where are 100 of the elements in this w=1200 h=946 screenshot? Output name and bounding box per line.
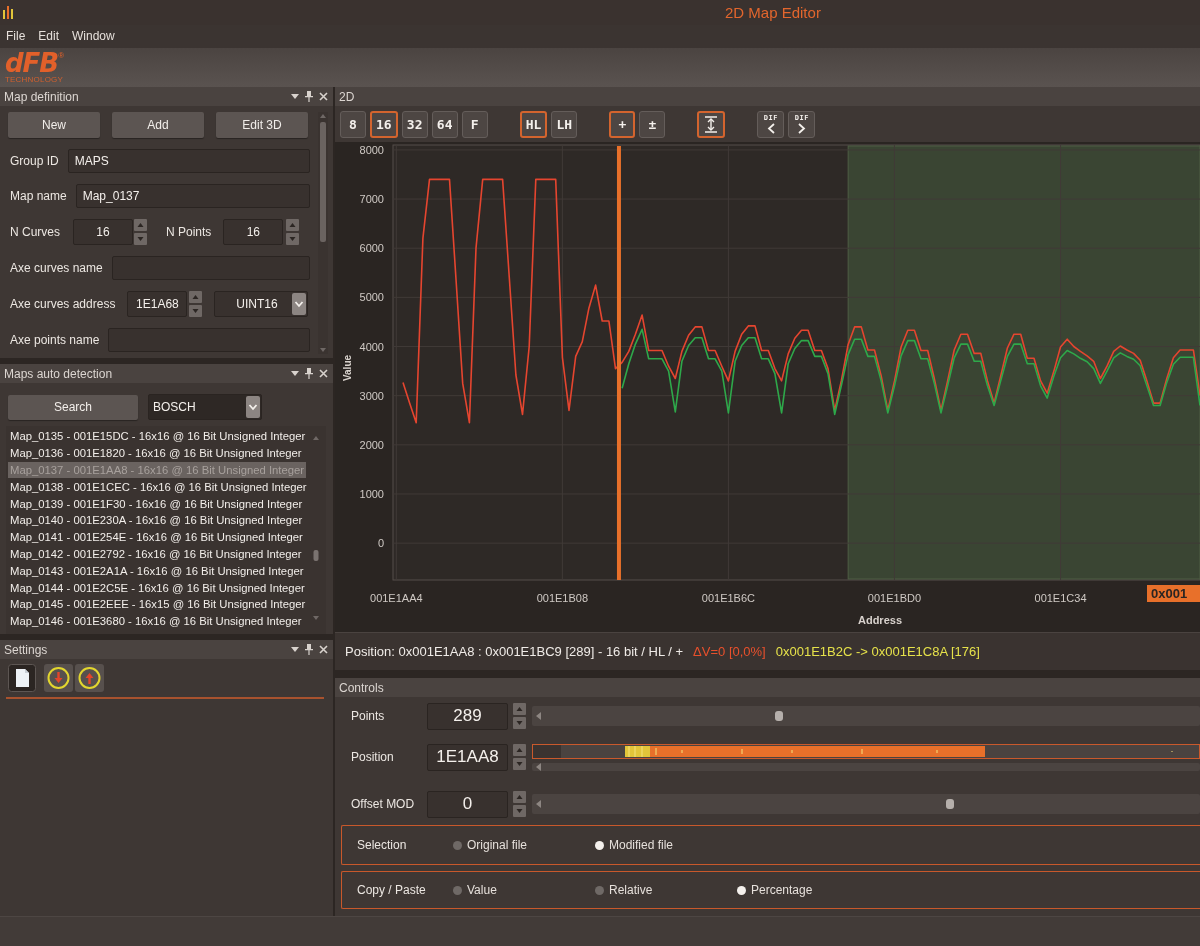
type-dropdown[interactable]: UINT16 [214,291,309,317]
radio-option[interactable]: Modified file [595,838,737,852]
radio-icon[interactable] [453,840,462,850]
download-icon[interactable] [44,664,73,692]
number-field[interactable]: 0 [427,790,508,818]
map-list-item[interactable]: Map_0136 - 001E1820 - 16x16 @ 16 Bit Unsigned Integer [8,444,306,462]
delta-readout: ΔV=0 [0,0%] [693,644,766,659]
caret-down-icon[interactable] [291,371,299,376]
map-list-item[interactable]: Map_0144 - 001E2C5E - 16x16 @ 16 Bit Unsigned Integer [8,579,306,596]
toolbar-button[interactable]: + [609,110,636,138]
toolbar-button[interactable]: F [461,110,488,138]
map-list-item[interactable]: Map_0140 - 001E230A - 16x16 @ 16 Bit Unsigned Integer [8,512,306,529]
map-list-item[interactable]: Map_0139 - 001E1F30 - 16x16 @ 16 Bit Unsigned Integer [8,495,306,512]
map-list-item[interactable]: Map_0141 - 001E254E - 16x16 @ 16 Bit Unsigned Integer [8,528,306,546]
menu-item[interactable]: File [6,29,26,44]
toolbar-button[interactable]: 8 [340,110,366,138]
search-button[interactable]: Search [8,394,138,420]
manufacturer-dropdown[interactable]: BOSCH [148,394,262,420]
close-icon[interactable] [319,369,328,378]
logo-tagline: TECHNOLOGY [5,75,63,84]
axis-tick-label: 4000 [359,340,384,353]
field-label: Axe curves name [9,261,103,275]
pin-icon[interactable] [305,644,313,655]
axis-tick-label: 3000 [359,389,384,402]
axis-tick-label: 7000 [359,193,384,206]
group-label: Selection [357,838,408,852]
toolbar-button[interactable]: HL [519,110,548,138]
radio-option[interactable]: Original file [453,838,595,852]
radio-icon[interactable] [595,840,604,850]
panel-button[interactable]: Add [112,112,204,138]
number-field[interactable]: 16 [223,219,284,245]
radio-option[interactable]: Value [453,883,595,897]
upload-icon[interactable] [75,664,104,692]
chevron-down-icon[interactable] [292,293,307,315]
radio-option[interactable]: Relative [595,883,737,897]
map-list-item[interactable]: Map_0138 - 001E1CEC - 16x16 @ 16 Bit Unsigned Integer [8,478,306,496]
control-label: Offset MOD [351,797,416,811]
menu-item[interactable]: Edit [38,29,60,44]
chevron-left-icon [766,122,775,134]
document-icon[interactable] [8,664,36,692]
text-field[interactable]: Map_0137 [75,184,310,208]
slider-track[interactable] [532,794,1200,814]
caret-down-icon[interactable] [291,647,299,652]
menu-item[interactable]: Window [72,29,115,44]
toolbar-button[interactable]: 32 [401,110,428,138]
radio-option[interactable]: Percentage [737,883,879,897]
axis-tick-label: 8000 [359,143,384,156]
axis-tick-label: 6000 [359,242,384,255]
left-triangle-icon[interactable] [536,712,541,720]
axis-title: Address [858,614,902,626]
axis-title: Value [342,354,353,382]
pin-icon[interactable] [305,368,313,379]
toolbar-button[interactable]: ± [639,110,666,138]
number-field[interactable]: 1E1AA8 [427,743,508,771]
toolbar-button[interactable]: 64 [431,110,458,138]
map-list-item[interactable]: Map_0146 - 001E3680 - 16x16 @ 16 Bit Unsigned Integer [8,612,306,630]
left-triangle-icon[interactable] [536,800,541,808]
slider-track[interactable] [532,706,1200,726]
axis-tick-label: 2000 [359,438,384,451]
slider-thumb[interactable] [775,711,784,721]
toolbar-button[interactable]: LH [551,110,578,138]
close-icon[interactable] [319,645,328,654]
fit-height-button[interactable] [697,110,726,138]
axis-tick-label: 0 [377,537,384,550]
toolbar-button[interactable]: 16 [370,110,398,138]
map-list-item[interactable]: Map_0145 - 001E2EEE - 16x15 @ 16 Bit Unsigned Integer [8,595,306,613]
text-field[interactable]: MAPS [67,149,310,173]
radio-icon[interactable] [453,885,462,895]
panel-button[interactable]: New [8,112,100,138]
pin-icon[interactable] [305,91,313,102]
vertical-scrollbar[interactable] [318,112,328,354]
field-label: Map name [9,189,67,203]
scroll-track[interactable] [532,762,1200,771]
pane-title: 2D [339,89,356,104]
slider-thumb[interactable] [945,799,954,809]
left-triangle-icon[interactable] [536,762,541,771]
pane-title: Controls [339,680,385,695]
close-icon[interactable] [319,92,328,101]
window-title: 2D Map Editor [725,3,821,22]
pane-title: Settings [4,642,49,657]
range-readout: 0x001E1B2C -> 0x001E1C8A [176] [775,644,980,659]
map-list-item[interactable]: Map_0135 - 001E15DC - 16x16 @ 16 Bit Unsigned Integer [8,428,306,445]
pane-title: Map definition [4,89,80,104]
field-label: Axe points name [9,333,100,347]
map-list-item[interactable]: Map_0142 - 001E2792 - 16x16 @ 16 Bit Unsigned Integer [8,545,306,563]
number-field[interactable]: 289 [427,702,508,730]
axis-tick-label: 001E1BD0 [867,592,922,604]
field-label: Axe curves address [9,297,116,311]
number-field[interactable]: 16 [73,219,133,245]
cursor-label: 0x001 [1147,585,1200,602]
radio-icon[interactable] [737,885,746,895]
vertical-fit-icon [704,115,719,133]
radio-icon[interactable] [595,885,604,895]
map-list-item[interactable]: Map_0143 - 001E2A1A - 16x16 @ 16 Bit Unsigned Integer [8,562,306,580]
panel-button[interactable]: Edit 3D [216,112,308,138]
axis-tick-label: 001E1AA4 [370,592,423,604]
axis-tick-label: 001E1B6C [701,592,756,604]
caret-down-icon[interactable] [291,94,299,99]
pane-title: Maps auto detection [4,366,114,381]
address-field[interactable]: 1E1A68 [127,291,188,317]
